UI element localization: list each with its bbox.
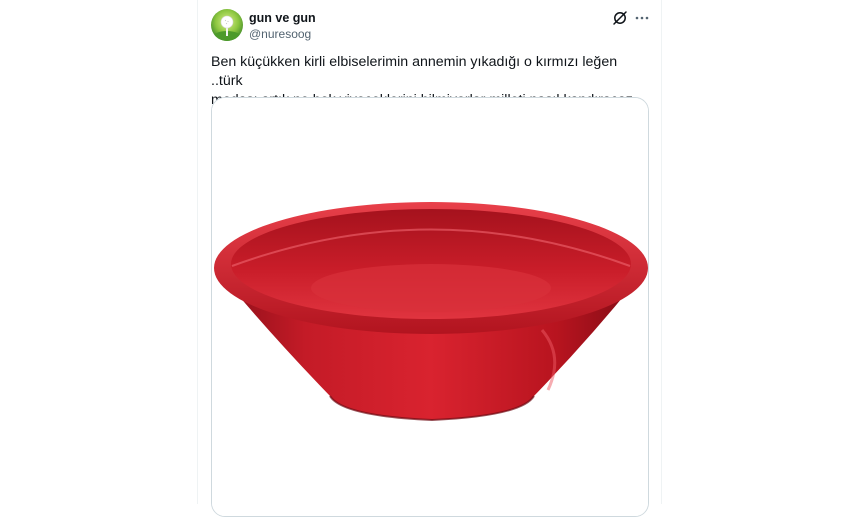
more-options-icon[interactable]	[634, 10, 650, 26]
tweet-card: gun ve gun @nuresoog Ben küçükken kirli …	[197, 0, 662, 517]
display-name[interactable]: gun ve gun	[249, 11, 316, 25]
tweet-media-image[interactable]	[211, 97, 649, 517]
red-basin-image	[212, 98, 648, 516]
grok-icon[interactable]	[612, 10, 628, 26]
golf-ball-icon	[211, 9, 243, 41]
user-handle[interactable]: @nuresoog	[249, 27, 311, 41]
avatar[interactable]	[211, 9, 243, 41]
